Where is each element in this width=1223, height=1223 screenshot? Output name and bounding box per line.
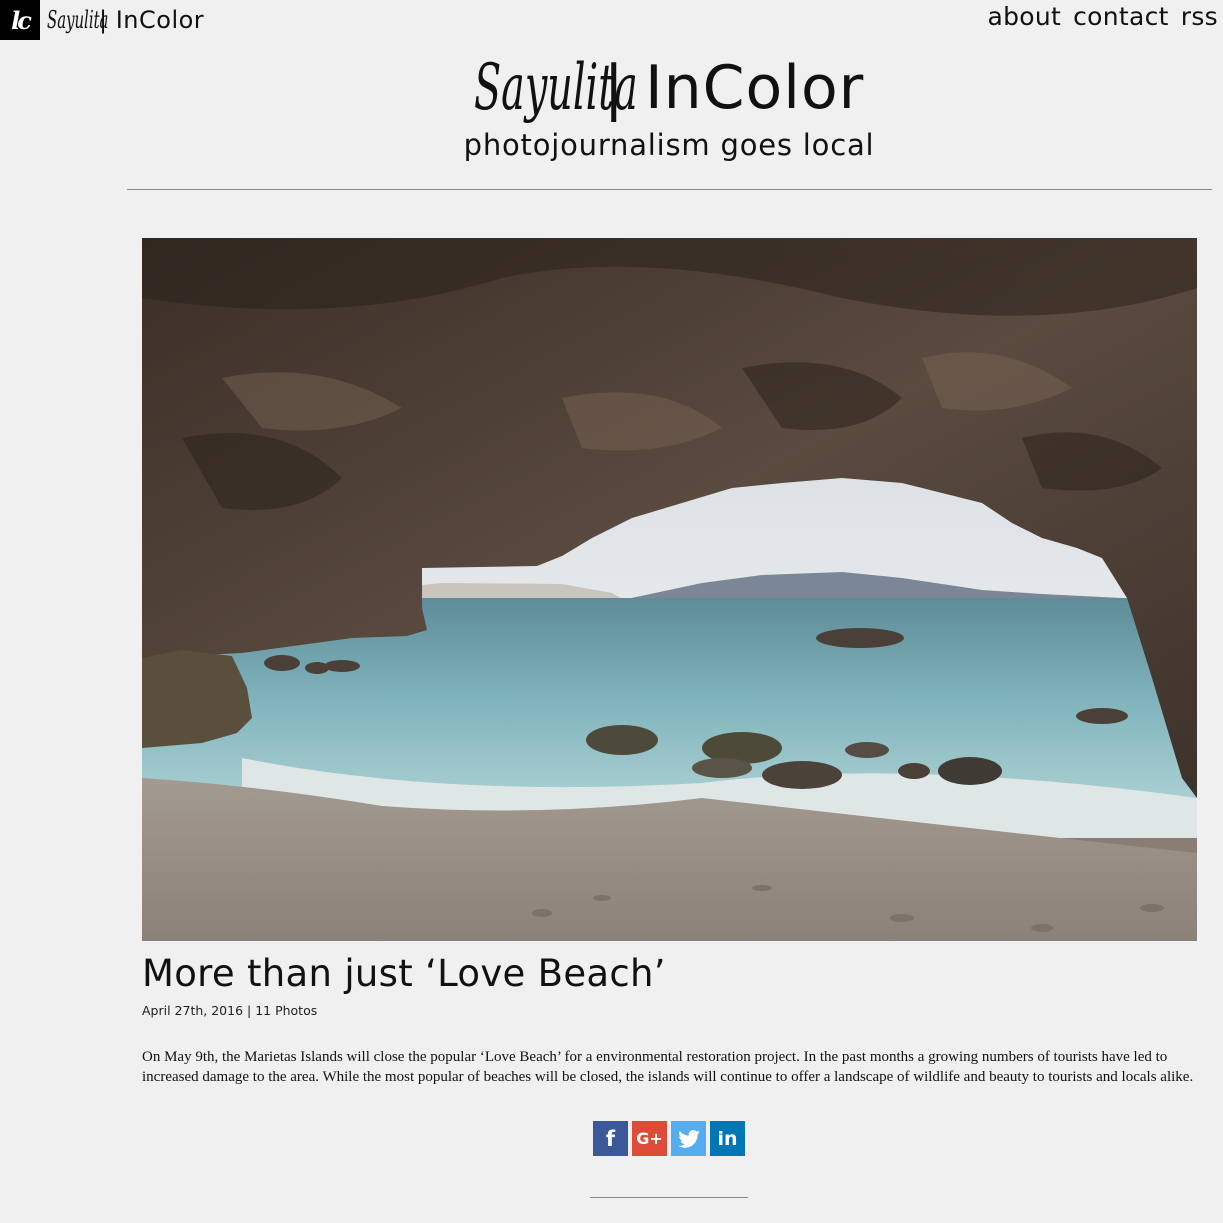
main-nav: about contact rss bbox=[987, 2, 1218, 31]
site-tagline: photojournalism goes local bbox=[463, 128, 875, 162]
post-meta: April 27th, 2016 | 11 Photos bbox=[142, 1003, 318, 1018]
brand-name: | InColor bbox=[99, 6, 205, 34]
post-divider bbox=[590, 1197, 748, 1198]
site-brand-link[interactable]: Sayulita | InColor bbox=[47, 3, 204, 37]
top-bar: lc Sayulita | InColor about contact rss bbox=[0, 0, 1223, 40]
site-title-rest: | InColor bbox=[603, 53, 865, 123]
google-plus-icon[interactable]: G+ bbox=[632, 1121, 667, 1156]
twitter-bird-glyph bbox=[677, 1129, 700, 1148]
brand-script-word: Sayulita bbox=[47, 6, 109, 34]
header-divider bbox=[127, 189, 1212, 190]
nav-link-contact[interactable]: contact bbox=[1073, 2, 1169, 31]
post-title[interactable]: More than just ‘Love Beach’ bbox=[142, 952, 666, 995]
linkedin-icon[interactable]: in bbox=[710, 1121, 745, 1156]
nav-link-about[interactable]: about bbox=[987, 2, 1061, 31]
site-title: Sayulita | InColor bbox=[474, 48, 865, 128]
facebook-icon[interactable]: f bbox=[593, 1121, 628, 1156]
post-excerpt: On May 9th, the Marietas Islands will cl… bbox=[142, 1049, 1194, 1085]
nav-link-rss[interactable]: rss bbox=[1181, 2, 1218, 31]
twitter-icon[interactable] bbox=[671, 1121, 706, 1156]
masthead: Sayulita | InColor bbox=[0, 48, 1223, 128]
post-hero-photo[interactable] bbox=[142, 238, 1197, 941]
share-buttons: f G+ in bbox=[593, 1121, 745, 1156]
site-title-script: Sayulita bbox=[473, 51, 638, 125]
logo-monogram-icon[interactable]: lc bbox=[0, 0, 40, 40]
